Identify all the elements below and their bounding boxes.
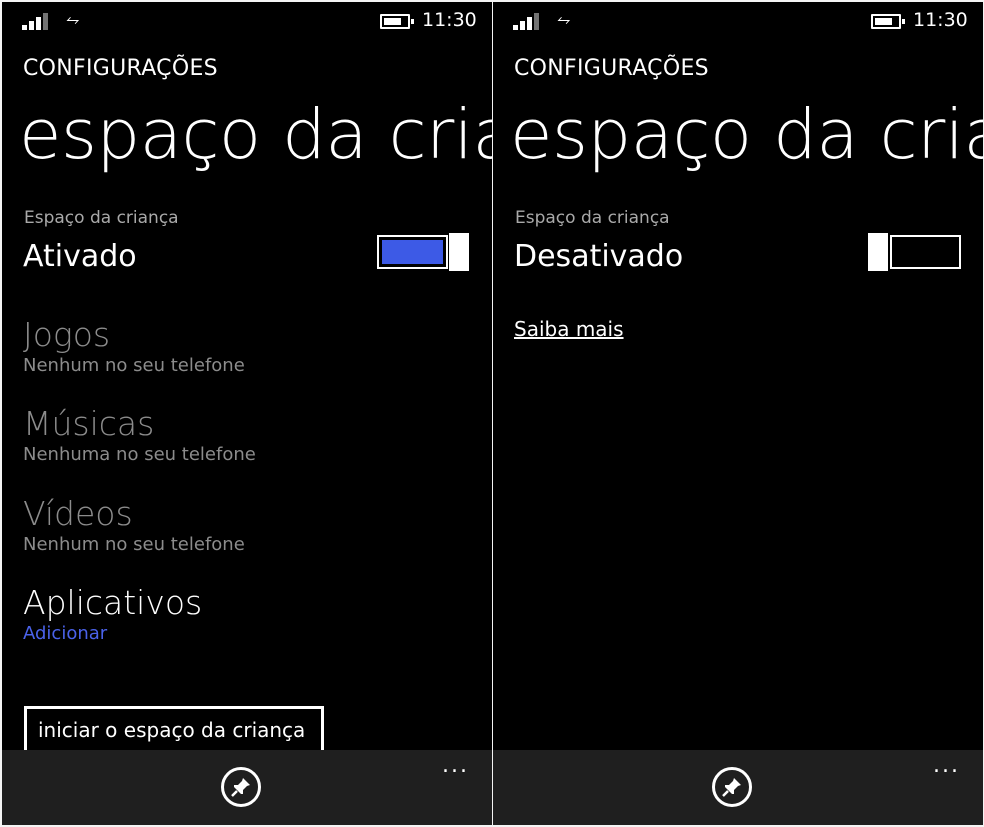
pin-icon	[722, 778, 741, 797]
item-title: Aplicativos	[23, 583, 203, 622]
toggle-thumb[interactable]	[868, 233, 888, 271]
clock: 11:30	[913, 9, 968, 31]
item-title: Vídeos	[23, 494, 133, 533]
app-bar: ...	[493, 750, 983, 825]
kids-corner-toggle[interactable]	[868, 233, 961, 271]
list-item-apps[interactable]: Aplicativos Adicionar	[23, 583, 202, 645]
item-title: Músicas	[23, 404, 155, 443]
battery-icon	[871, 14, 905, 29]
item-subtitle: Nenhum no seu telefone	[23, 355, 245, 376]
phone-screen-disabled: ⥊ 11:30 CONFIGURAÇÕES espaço da criança …	[493, 2, 983, 825]
toggle-value: Ativado	[23, 239, 137, 274]
app-bar: ...	[2, 750, 492, 825]
section-label: CONFIGURAÇÕES	[23, 56, 218, 81]
toggle-track	[890, 235, 961, 269]
status-bar: ⥊ 11:30	[2, 9, 492, 34]
status-bar: ⥊ 11:30	[493, 9, 983, 34]
item-subtitle: Nenhum no seu telefone	[23, 534, 245, 555]
toggle-thumb[interactable]	[449, 233, 469, 271]
list-item-music[interactable]: Músicas Nenhuma no seu telefone	[23, 404, 256, 466]
pin-button[interactable]	[712, 767, 752, 807]
start-kids-corner-button[interactable]: iniciar o espaço da criança	[24, 706, 324, 754]
kids-corner-toggle[interactable]	[377, 233, 469, 271]
wifi-icon: ⥊	[66, 10, 80, 30]
pin-button[interactable]	[221, 767, 261, 807]
add-apps-link[interactable]: Adicionar	[23, 623, 202, 645]
list-item-games[interactable]: Jogos Nenhum no seu telefone	[23, 315, 245, 377]
page-title: espaço da criança	[510, 95, 983, 175]
toggle-label: Espaço da criança	[515, 208, 670, 228]
list-item-videos[interactable]: Vídeos Nenhum no seu telefone	[23, 494, 245, 556]
toggle-label: Espaço da criança	[24, 208, 179, 228]
battery-icon	[380, 14, 414, 29]
more-icon[interactable]: ...	[442, 753, 469, 778]
clock: 11:30	[422, 9, 477, 31]
pin-icon	[231, 778, 250, 797]
signal-icon	[513, 12, 547, 30]
wifi-icon: ⥊	[557, 10, 571, 30]
more-icon[interactable]: ...	[933, 753, 960, 778]
item-title: Jogos	[23, 315, 111, 354]
item-subtitle: Nenhuma no seu telefone	[23, 444, 256, 465]
phone-screen-enabled: ⥊ 11:30 CONFIGURAÇÕES espaço da criança …	[2, 2, 492, 825]
page-title: espaço da criança	[19, 95, 492, 175]
toggle-track	[377, 235, 448, 269]
section-label: CONFIGURAÇÕES	[514, 56, 709, 81]
signal-icon	[22, 12, 56, 30]
toggle-value: Desativado	[514, 239, 684, 274]
learn-more-link[interactable]: Saiba mais	[514, 317, 624, 341]
